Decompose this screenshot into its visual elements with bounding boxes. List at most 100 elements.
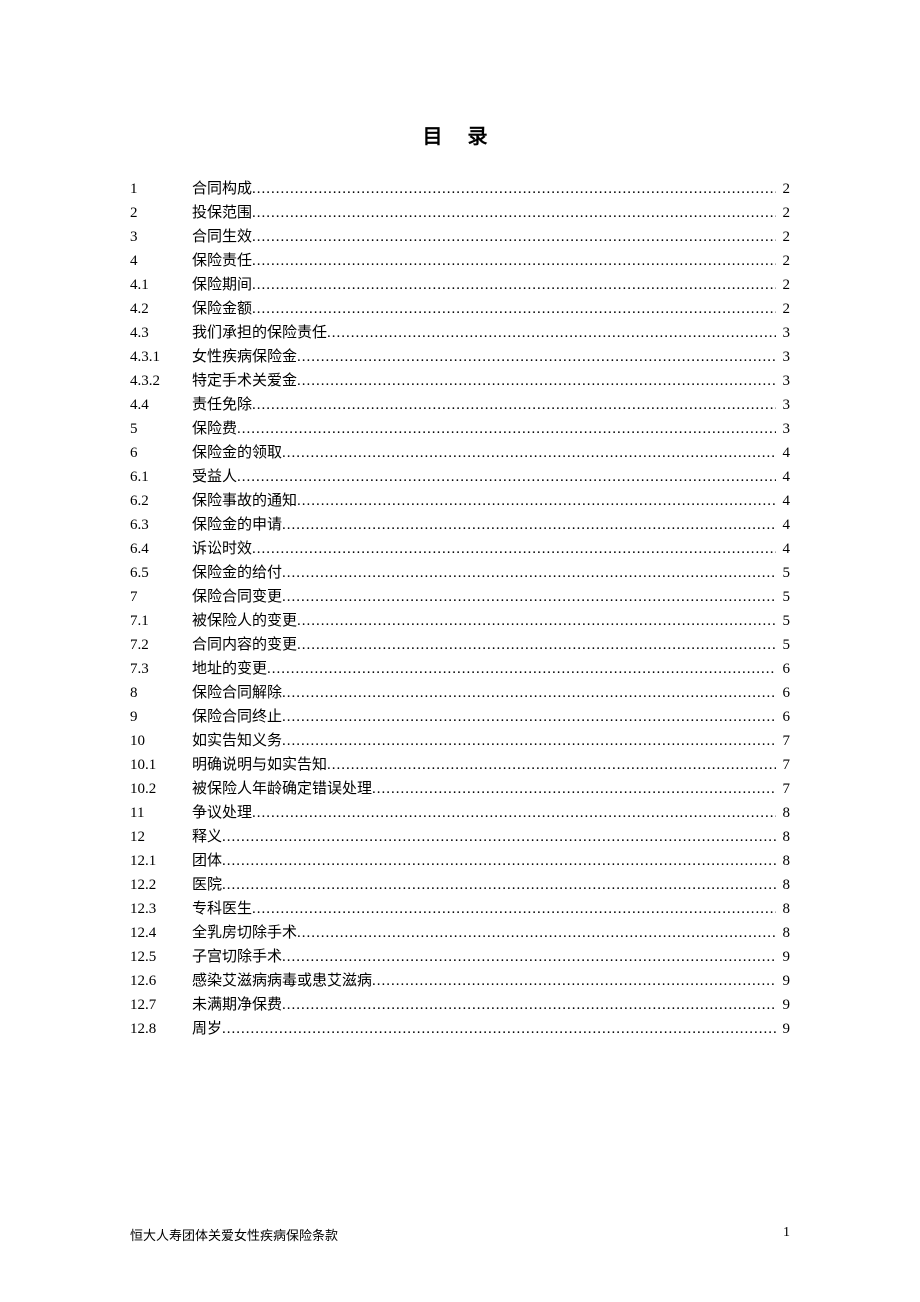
toc-label-wrap: 保险合同解除: [192, 681, 776, 705]
toc-page: 8: [776, 801, 790, 825]
toc-page: 8: [776, 825, 790, 849]
toc-row: 12.8周岁9: [130, 1017, 790, 1041]
toc-label-wrap: 诉讼时效: [192, 537, 776, 561]
toc-row: 7.2合同内容的变更5: [130, 633, 790, 657]
toc-number: 6.5: [130, 561, 192, 585]
toc-page: 6: [776, 705, 790, 729]
toc-page: 4: [776, 489, 790, 513]
toc-number: 9: [130, 705, 192, 729]
toc-row: 7保险合同变更5: [130, 585, 790, 609]
toc-page: 3: [776, 369, 790, 393]
toc-row: 12.1团体8: [130, 849, 790, 873]
toc-number: 2: [130, 201, 192, 225]
toc-number: 10.2: [130, 777, 192, 801]
toc-number: 11: [130, 801, 192, 825]
toc-page: 3: [776, 345, 790, 369]
toc-page: 5: [776, 561, 790, 585]
toc-label-wrap: 投保范围: [192, 201, 776, 225]
toc-label-wrap: 合同内容的变更: [192, 633, 776, 657]
toc-page: 5: [776, 609, 790, 633]
toc-label-wrap: 释义: [192, 825, 776, 849]
toc-leader: [297, 633, 776, 657]
toc-label: 特定手术关爱金: [192, 369, 297, 393]
toc-label-wrap: 保险金的给付: [192, 561, 776, 585]
toc-label: 医院: [192, 873, 222, 897]
toc-leader: [252, 801, 776, 825]
toc-label-wrap: 责任免除: [192, 393, 776, 417]
toc-page: 2: [776, 225, 790, 249]
toc-label: 保险金额: [192, 297, 252, 321]
toc-row: 4.3我们承担的保险责任3: [130, 321, 790, 345]
toc-number: 1: [130, 177, 192, 201]
toc-label-wrap: 保险金的申请: [192, 513, 776, 537]
toc-leader: [297, 489, 776, 513]
toc-label-wrap: 如实告知义务: [192, 729, 776, 753]
toc-row: 6.5保险金的给付5: [130, 561, 790, 585]
toc-leader: [297, 369, 776, 393]
toc-number: 4.3.2: [130, 369, 192, 393]
toc-number: 6.2: [130, 489, 192, 513]
toc-label: 保险费: [192, 417, 237, 441]
toc-label-wrap: 保险事故的通知: [192, 489, 776, 513]
toc-row: 6保险金的领取4: [130, 441, 790, 465]
toc-number: 6: [130, 441, 192, 465]
toc-number: 12.4: [130, 921, 192, 945]
toc-number: 10: [130, 729, 192, 753]
toc-number: 10.1: [130, 753, 192, 777]
toc-row: 4.2保险金额2: [130, 297, 790, 321]
toc-page: 5: [776, 585, 790, 609]
toc-page: 4: [776, 441, 790, 465]
toc-row: 6.1受益人4: [130, 465, 790, 489]
toc-label-wrap: 合同生效: [192, 225, 776, 249]
toc-number: 7.3: [130, 657, 192, 681]
toc-label: 责任免除: [192, 393, 252, 417]
toc-number: 3: [130, 225, 192, 249]
toc-page: 9: [776, 1017, 790, 1041]
toc-leader: [252, 201, 776, 225]
toc-leader: [327, 753, 776, 777]
toc-leader: [282, 441, 776, 465]
toc-row: 6.3保险金的申请4: [130, 513, 790, 537]
toc-leader: [267, 657, 776, 681]
toc-row: 6.2保险事故的通知4: [130, 489, 790, 513]
toc-row: 12.3专科医生8: [130, 897, 790, 921]
footer-doc-title: 恒大人寿团体关爱女性疾病保险条款: [130, 1225, 338, 1244]
toc-label-wrap: 专科医生: [192, 897, 776, 921]
toc-label-wrap: 子宫切除手术: [192, 945, 776, 969]
toc-label-wrap: 被保险人的变更: [192, 609, 776, 633]
toc-label-wrap: 明确说明与如实告知: [192, 753, 776, 777]
toc-row: 10.2被保险人年龄确定错误处理7: [130, 777, 790, 801]
toc-row: 12.6感染艾滋病病毒或患艾滋病9: [130, 969, 790, 993]
toc-number: 12.5: [130, 945, 192, 969]
toc-leader: [252, 897, 776, 921]
toc-row: 10如实告知义务7: [130, 729, 790, 753]
toc-label: 保险责任: [192, 249, 252, 273]
toc-label: 我们承担的保险责任: [192, 321, 327, 345]
toc-title: 目 录: [130, 120, 790, 149]
toc-label-wrap: 特定手术关爱金: [192, 369, 776, 393]
toc-leader: [252, 273, 776, 297]
toc-label: 子宫切除手术: [192, 945, 282, 969]
toc-row: 7.1被保险人的变更5: [130, 609, 790, 633]
toc-row: 7.3地址的变更6: [130, 657, 790, 681]
toc-page: 5: [776, 633, 790, 657]
toc-page: 4: [776, 537, 790, 561]
toc-label-wrap: 地址的变更: [192, 657, 776, 681]
toc-label: 投保范围: [192, 201, 252, 225]
toc-label: 受益人: [192, 465, 237, 489]
toc-number: 7: [130, 585, 192, 609]
toc-page: 2: [776, 177, 790, 201]
toc-number: 12: [130, 825, 192, 849]
toc-row: 11争议处理8: [130, 801, 790, 825]
toc-row: 12释义8: [130, 825, 790, 849]
toc-label-wrap: 保险责任: [192, 249, 776, 273]
toc-number: 4.2: [130, 297, 192, 321]
toc-leader: [237, 465, 776, 489]
toc-page: 9: [776, 993, 790, 1017]
toc-row: 10.1明确说明与如实告知7: [130, 753, 790, 777]
toc-number: 5: [130, 417, 192, 441]
toc-page: 2: [776, 273, 790, 297]
toc-label-wrap: 保险合同变更: [192, 585, 776, 609]
toc-number: 4.3.1: [130, 345, 192, 369]
toc-page: 6: [776, 681, 790, 705]
